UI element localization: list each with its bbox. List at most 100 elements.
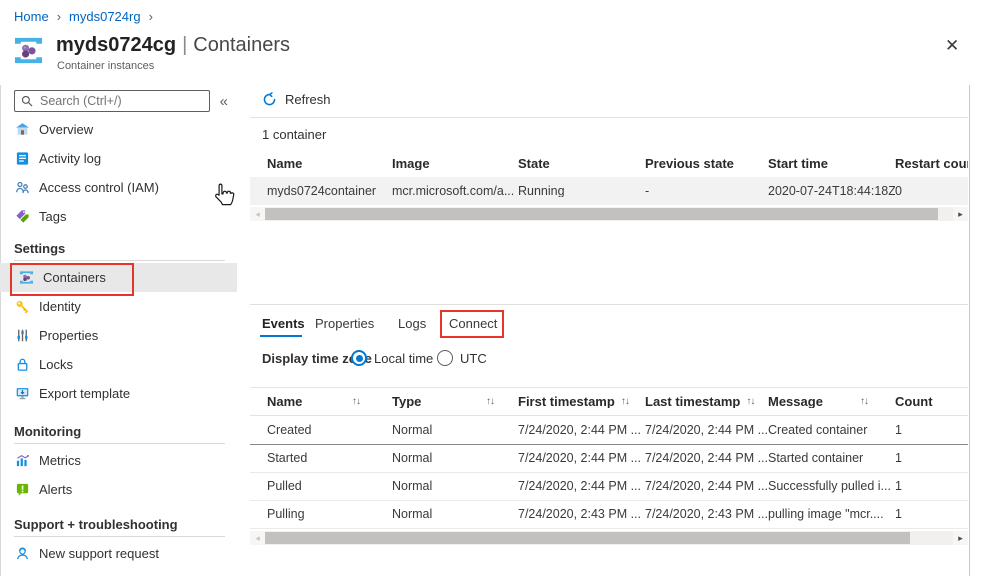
chevron-right-icon: ›	[57, 10, 61, 23]
sidebar-item-containers[interactable]: Containers	[0, 263, 237, 292]
scrollbar-thumb[interactable]	[265, 208, 938, 220]
collapse-sidebar-icon[interactable]: «	[217, 92, 231, 111]
cell-first-timestamp: 7/24/2020, 2:43 PM ...	[518, 508, 645, 521]
metrics-icon	[14, 453, 30, 469]
tab-events[interactable]: Events	[262, 317, 305, 330]
sidebar-item-activity-log[interactable]: Activity log	[0, 144, 237, 173]
divider	[14, 536, 225, 537]
sidebar-item-access-control[interactable]: Access control (IAM)	[0, 173, 237, 202]
activity-log-icon	[14, 151, 30, 167]
tab-connect[interactable]: Connect	[449, 317, 497, 330]
event-row-pulling[interactable]: Pulling Normal 7/24/2020, 2:43 PM ... 7/…	[250, 501, 968, 529]
chevron-right-icon: ›	[149, 10, 153, 23]
properties-icon	[14, 328, 30, 344]
scrollbar-thumb[interactable]	[265, 532, 910, 544]
sidebar-item-metrics[interactable]: Metrics	[0, 446, 237, 475]
cell-first-timestamp: 7/24/2020, 2:44 PM ...	[518, 452, 645, 465]
scroll-left-icon[interactable]: ◂	[250, 531, 265, 545]
divider	[14, 260, 225, 261]
radio-local-time[interactable]	[351, 350, 367, 366]
sidebar-item-new-support-request[interactable]: New support request	[0, 539, 237, 568]
radio-utc-label[interactable]: UTC	[460, 352, 487, 365]
containers-table-scrollbar[interactable]: ◂ ▸	[250, 207, 968, 221]
sort-icon: ↑↓	[352, 397, 360, 407]
sidebar-item-label: New support request	[39, 547, 159, 560]
sidebar-section-monitoring: Monitoring	[0, 418, 237, 443]
sidebar-item-identity[interactable]: Identity	[0, 292, 237, 321]
refresh-icon	[262, 92, 277, 107]
cell-type: Normal	[392, 480, 518, 493]
scroll-right-icon[interactable]: ▸	[953, 531, 968, 545]
events-table-scrollbar[interactable]: ◂ ▸	[250, 531, 968, 545]
cell-name: Pulled	[267, 480, 392, 493]
sidebar-item-properties[interactable]: Properties	[0, 321, 237, 350]
cell-message: Created container	[768, 424, 895, 437]
cell-name: Created	[267, 424, 392, 437]
search-input[interactable]	[38, 93, 203, 109]
event-row-started[interactable]: Started Normal 7/24/2020, 2:44 PM ... 7/…	[250, 445, 968, 473]
title-page-name: Containers	[193, 34, 290, 56]
cell-last-timestamp: 7/24/2020, 2:43 PM ...	[645, 508, 768, 521]
resource-type-label: Container instances	[57, 61, 154, 72]
event-row-created[interactable]: Created Normal 7/24/2020, 2:44 PM ... 7/…	[250, 416, 968, 445]
radio-local-time-label[interactable]: Local time	[374, 352, 433, 365]
container-row[interactable]: myds0724container mcr.microsoft.com/a...…	[250, 177, 968, 205]
cell-count: 1	[895, 452, 968, 465]
column-label: Type	[392, 395, 421, 408]
column-label: First timestamp	[518, 395, 615, 408]
column-header-first-timestamp[interactable]: First timestamp ↑↓	[518, 395, 645, 408]
column-header-message[interactable]: Message ↑↓	[768, 395, 895, 408]
active-tab-indicator	[260, 335, 302, 337]
cell-type: Normal	[392, 452, 518, 465]
search-input-wrap	[14, 90, 210, 112]
column-label: Message	[768, 395, 823, 408]
cell-last-timestamp: 7/24/2020, 2:44 PM ...	[645, 424, 768, 437]
radio-utc[interactable]	[437, 350, 453, 366]
resource-name: myds0724cg	[56, 34, 176, 56]
breadcrumb-link-home[interactable]: Home	[14, 10, 49, 23]
cell-state: Running	[518, 185, 645, 198]
sidebar-item-overview[interactable]: Overview	[0, 115, 237, 144]
cell-message: pulling image "mcr....	[768, 508, 895, 521]
column-header-name[interactable]: Name ↑↓	[267, 395, 392, 408]
column-header-last-timestamp[interactable]: Last timestamp ↑↓	[645, 395, 768, 408]
cell-name: myds0724container	[267, 185, 392, 198]
containers-table-header: Name Image State Previous state Start ti…	[250, 150, 968, 176]
cell-message: Started container	[768, 452, 895, 465]
sidebar-search-row: «	[14, 90, 231, 112]
export-template-icon	[14, 386, 30, 402]
sidebar-item-label: Alerts	[39, 483, 72, 496]
scrollbar-track[interactable]	[265, 207, 953, 221]
sidebar-item-export-template[interactable]: Export template	[0, 379, 237, 408]
page-title: myds0724cg | Containers	[56, 35, 290, 55]
scrollbar-track[interactable]	[265, 531, 953, 545]
tab-properties[interactable]: Properties	[315, 317, 374, 330]
container-instances-icon	[13, 35, 44, 66]
sidebar-nav-general: Overview Activity log Access control (IA…	[0, 115, 237, 231]
breadcrumb-link-resource-group[interactable]: myds0724rg	[69, 10, 141, 23]
scroll-left-icon[interactable]: ◂	[250, 207, 265, 221]
cell-image: mcr.microsoft.com/a...	[392, 185, 518, 198]
column-header-type[interactable]: Type ↑↓	[392, 395, 518, 408]
sidebar-item-label: Metrics	[39, 454, 81, 467]
cell-count: 1	[895, 424, 968, 437]
event-row-pulled[interactable]: Pulled Normal 7/24/2020, 2:44 PM ... 7/2…	[250, 473, 968, 501]
sidebar-item-alerts[interactable]: Alerts	[0, 475, 237, 504]
identity-key-icon	[14, 299, 30, 315]
column-header-count: Count	[895, 395, 968, 408]
close-icon[interactable]: ✕	[945, 37, 959, 54]
column-header-start-time: Start time	[768, 157, 895, 170]
sidebar-item-locks[interactable]: Locks	[0, 350, 237, 379]
scroll-right-icon[interactable]: ▸	[953, 207, 968, 221]
cell-name: Started	[267, 452, 392, 465]
refresh-label: Refresh	[285, 93, 331, 106]
containers-icon	[18, 270, 34, 286]
sidebar-item-label: Properties	[39, 329, 98, 342]
cell-type: Normal	[392, 508, 518, 521]
title-divider: |	[182, 34, 187, 56]
tab-logs[interactable]: Logs	[398, 317, 426, 330]
sidebar-item-tags[interactable]: Tags	[0, 202, 237, 231]
sidebar-item-label: Access control (IAM)	[39, 181, 159, 194]
cell-last-timestamp: 7/24/2020, 2:44 PM ...	[645, 452, 768, 465]
refresh-button[interactable]: Refresh	[262, 92, 331, 107]
